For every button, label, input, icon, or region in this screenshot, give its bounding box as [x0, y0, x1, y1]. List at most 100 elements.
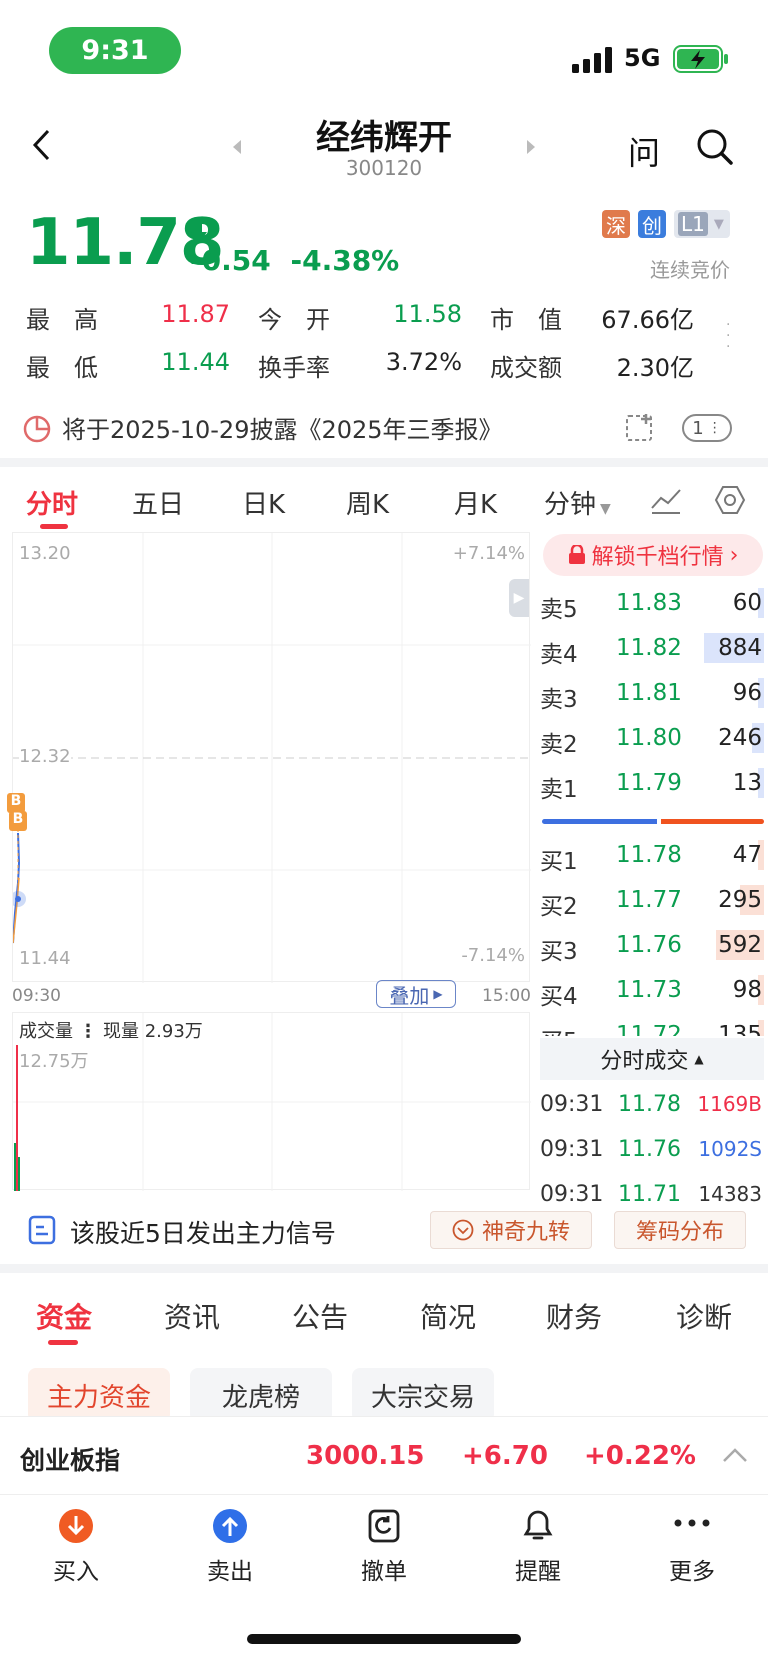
toolbar-cancel[interactable]: 撤单: [334, 1552, 434, 1586]
ask-vol: 13: [732, 770, 762, 796]
board-badge: 创: [638, 210, 666, 238]
indicator-icon[interactable]: [650, 486, 682, 514]
bid-price: 11.76: [616, 932, 682, 958]
status-time: 9:31: [49, 27, 181, 74]
stat-label-amount: 成交额: [490, 354, 562, 382]
chevron-down-icon: ▼: [600, 501, 611, 517]
ask-row[interactable]: 卖3 11.81 96: [540, 674, 764, 714]
intraday-chart[interactable]: 13.20 +7.14% 12.32 11.44 -7.14% B B ▶: [7, 532, 531, 983]
tab-financials[interactable]: 财务: [546, 1296, 602, 1336]
cancel-order-icon[interactable]: [366, 1508, 402, 1544]
buy-marker[interactable]: B: [7, 793, 25, 813]
chevron-right-icon: ›: [729, 542, 739, 568]
stat-value-turnover: 3.72%: [385, 348, 462, 376]
overlay-button[interactable]: 叠加 ▶: [376, 980, 456, 1008]
tick-time: 09:31: [540, 1182, 604, 1202]
volume-label: 成交量: [19, 1021, 73, 1042]
expand-panel-icon[interactable]: ▶: [509, 579, 529, 617]
toolbar-divider: [0, 1494, 768, 1495]
buy-marker[interactable]: B: [9, 811, 27, 831]
home-indicator[interactable]: [247, 1634, 521, 1644]
bid-price: 11.78: [616, 842, 682, 868]
index-pct: +0.22%: [584, 1441, 696, 1471]
stat-label-turnover: 换手率: [258, 354, 330, 382]
volume-max: 12.75万: [19, 1051, 89, 1072]
ask-row[interactable]: 卖2 11.80 246: [540, 719, 764, 759]
sell-icon[interactable]: [212, 1508, 248, 1544]
stat-value-high: 11.87: [161, 300, 230, 328]
index-ticker[interactable]: 创业板指 3000.15 +6.70 +0.22%: [0, 1416, 768, 1494]
note-icon[interactable]: [624, 412, 656, 444]
tick-time: 09:31: [540, 1092, 604, 1117]
settings-icon[interactable]: [714, 484, 746, 516]
buy-icon[interactable]: [58, 1508, 94, 1544]
chevron-down-icon: ▼: [713, 216, 724, 232]
overlay-label: 叠加: [389, 983, 430, 1008]
bell-icon[interactable]: [520, 1506, 556, 1544]
ticks-header[interactable]: 分时成交 ▲: [540, 1038, 764, 1080]
bid-label: 买2: [540, 894, 578, 920]
trading-mode: 连续竞价: [650, 258, 730, 282]
level-badge[interactable]: L1 ▼: [674, 210, 730, 238]
ask-row[interactable]: 卖1 11.79 13: [540, 764, 764, 804]
chip-distribution-button[interactable]: 筹码分布: [614, 1211, 746, 1249]
bid-row[interactable]: 买2 11.77 295: [540, 881, 764, 921]
ask-vol: 884: [718, 635, 762, 661]
report-notice[interactable]: 将于2025-10-29披露《2025年三季报》: [62, 410, 503, 445]
toolbar-sell[interactable]: 卖出: [180, 1552, 280, 1586]
section-divider: [0, 1264, 768, 1273]
toolbar-buy[interactable]: 买入: [26, 1552, 126, 1586]
change-percent: -4.38%: [290, 244, 400, 277]
tab-news[interactable]: 资讯: [164, 1296, 220, 1336]
stat-value-open: 11.58: [393, 300, 462, 328]
tab-minute[interactable]: 分钟 ▼: [544, 484, 611, 521]
tab-diagnosis[interactable]: 诊断: [676, 1296, 732, 1336]
tab-profile[interactable]: 简况: [420, 1296, 476, 1336]
tab-weekly-k[interactable]: 周K: [346, 484, 389, 521]
signal-icon: [28, 1215, 56, 1245]
ask-label: 卖4: [540, 642, 578, 668]
more-stats-icon[interactable]: · · ·: [726, 318, 730, 354]
check-circle-icon: [452, 1219, 474, 1241]
tab-five-day[interactable]: 五日: [132, 484, 184, 521]
tab-daily-k[interactable]: 日K: [242, 484, 285, 521]
volume-chart[interactable]: 成交量 ⋮ 现量 2.93万 12.75万: [12, 1012, 531, 1191]
toolbar-alert[interactable]: 提醒: [488, 1552, 588, 1586]
ask-label: 卖5: [540, 597, 578, 623]
search-icon[interactable]: [696, 128, 734, 166]
report-icon: [23, 415, 51, 443]
index-change: +6.70: [462, 1441, 548, 1471]
tab-monthly-k[interactable]: 月K: [454, 484, 497, 521]
ask-price: 11.79: [616, 770, 682, 796]
tab-announcements[interactable]: 公告: [292, 1296, 348, 1336]
tab-intraday[interactable]: 分时: [26, 484, 78, 521]
next-stock-icon[interactable]: [527, 140, 535, 154]
unlock-depth-button[interactable]: 解锁千档行情 ›: [543, 534, 763, 576]
bid-label: 买3: [540, 939, 578, 965]
bid-row[interactable]: 买1 11.78 47: [540, 836, 764, 876]
battery-icon: [673, 45, 728, 73]
stat-label-low: 最 低: [26, 354, 98, 382]
signal-text[interactable]: 该股近5日发出主力信号: [70, 1214, 336, 1250]
tab-capital[interactable]: 资金: [36, 1296, 92, 1336]
bid-vol: 295: [718, 887, 762, 913]
chip-block-trade[interactable]: 大宗交易: [352, 1368, 494, 1422]
bid-row[interactable]: 买5 11.72 135: [540, 1016, 764, 1036]
volume-title[interactable]: 成交量 ⋮ 现量 2.93万: [19, 1017, 203, 1043]
note-count-badge[interactable]: 1 ⋮: [682, 414, 732, 442]
chip-dragon-tiger[interactable]: 龙虎榜: [190, 1368, 332, 1422]
change-value: -0.54: [190, 244, 271, 277]
ask-row[interactable]: 卖4 11.82 884: [540, 629, 764, 669]
more-icon[interactable]: [674, 1518, 710, 1528]
ask-row[interactable]: 卖5 11.83 60: [540, 584, 764, 624]
ask-button[interactable]: 问: [628, 128, 660, 174]
toolbar-more[interactable]: 更多: [642, 1552, 742, 1586]
bid-label: 买1: [540, 849, 578, 875]
bid-row[interactable]: 买3 11.76 592: [540, 926, 764, 966]
nine-turn-button[interactable]: 神奇九转: [430, 1211, 592, 1249]
tick-price: 11.71: [618, 1182, 681, 1202]
tick-vol: 14383: [698, 1182, 762, 1202]
chip-main-capital[interactable]: 主力资金: [28, 1368, 170, 1422]
bid-row[interactable]: 买4 11.73 98: [540, 971, 764, 1011]
chevron-up-icon[interactable]: [722, 1447, 748, 1463]
